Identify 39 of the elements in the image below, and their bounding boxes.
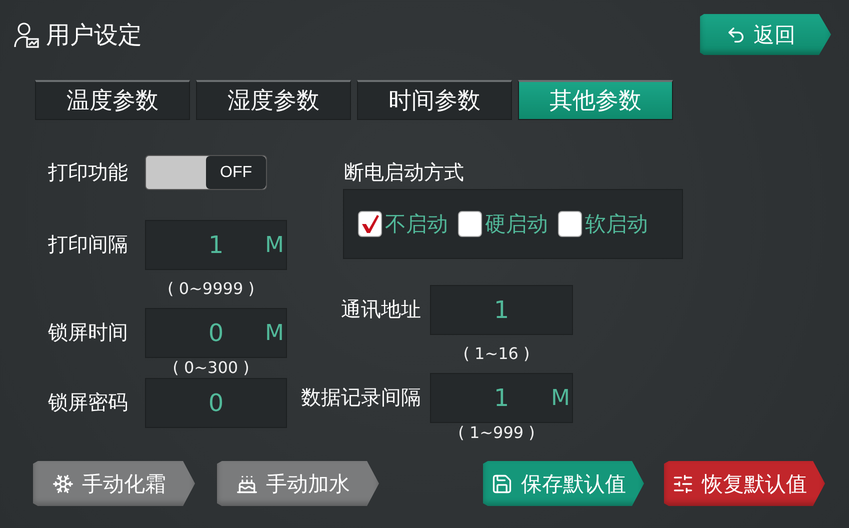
number-field[interactable]: 0	[145, 378, 287, 428]
save-icon	[491, 472, 513, 494]
undo-icon	[726, 24, 746, 44]
action-button[interactable]: 保存默认值	[483, 461, 644, 506]
checkbox-option[interactable]: 硬启动	[458, 210, 548, 238]
range-hint: ( 0~9999 )	[168, 279, 254, 299]
checkbox-option[interactable]: 不启动	[358, 210, 448, 238]
snowflake-icon	[52, 472, 74, 494]
toggle-switch[interactable]: OFF	[145, 155, 267, 190]
tab[interactable]: 时间参数	[357, 80, 512, 120]
setting-label: 通讯地址	[341, 296, 421, 323]
action-button[interactable]: 恢复默认值	[664, 461, 825, 506]
action-button[interactable]: 手动化霜	[33, 461, 195, 506]
checkbox[interactable]	[358, 211, 382, 237]
number-field[interactable]: 1	[430, 285, 573, 335]
number-field[interactable]: 0 M	[145, 308, 287, 358]
range-hint: ( 0~300 )	[172, 358, 250, 378]
action-button[interactable]: 手动加水	[217, 461, 379, 506]
number-field[interactable]: 1 M	[430, 373, 573, 423]
setting-label: 锁屏时间	[48, 319, 128, 346]
tab[interactable]: 温度参数	[35, 80, 190, 120]
number-field[interactable]: 1 M	[145, 220, 287, 270]
range-hint: ( 1~16 )	[463, 344, 530, 365]
group-title: 断电启动方式	[344, 158, 465, 186]
tab[interactable]: 其他参数	[518, 80, 673, 120]
range-hint: ( 1~999 )	[458, 423, 535, 443]
tab[interactable]: 湿度参数	[196, 80, 351, 120]
setting-label: 打印间隔	[48, 231, 128, 258]
checkbox[interactable]	[458, 211, 482, 237]
checkbox-option[interactable]: 软启动	[558, 210, 648, 238]
setting-label: 数据记录间隔	[301, 384, 421, 411]
sliders-icon	[672, 472, 694, 494]
page-title: 用户设定	[46, 20, 142, 50]
user-icon	[14, 20, 40, 48]
back-button[interactable]: 返回	[700, 14, 831, 55]
checkbox[interactable]	[558, 211, 582, 237]
setting-label: 锁屏密码	[48, 389, 128, 416]
setting-label: 打印功能	[48, 159, 128, 186]
check-icon	[360, 214, 380, 234]
